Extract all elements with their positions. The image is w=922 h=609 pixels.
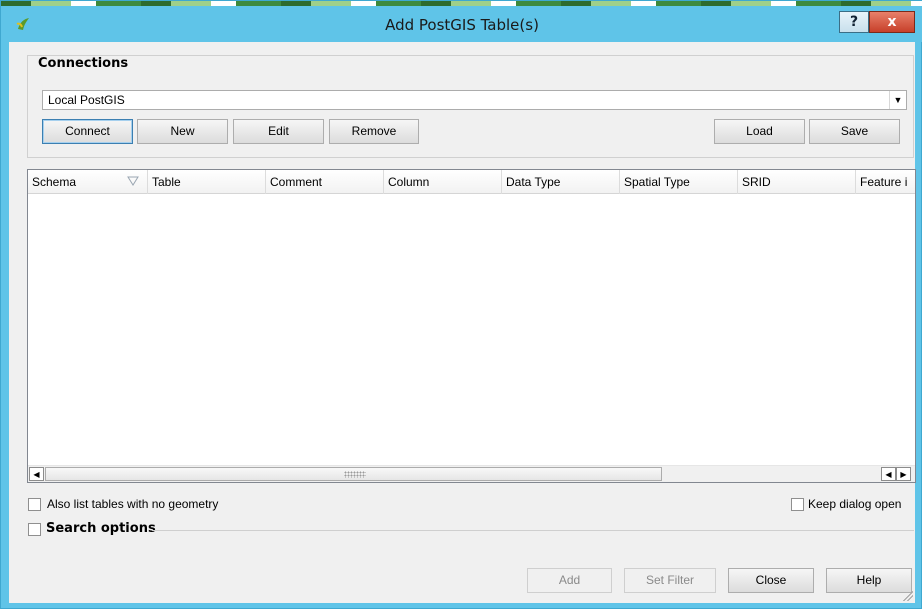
set-filter-button[interactable]: Set Filter	[624, 568, 716, 593]
remove-connection-button[interactable]: Remove	[329, 119, 419, 144]
column-header-data-type[interactable]: Data Type	[502, 170, 620, 194]
edit-connection-button[interactable]: Edit	[233, 119, 324, 144]
column-header-srid[interactable]: SRID	[738, 170, 856, 194]
grip-icon	[344, 471, 366, 478]
title-bar[interactable]: Add PostGIS Table(s) ? x	[1, 6, 922, 42]
column-header-label: Schema	[32, 175, 77, 189]
table-header: Schema Table Comment Column Data Type Sp…	[28, 170, 915, 194]
scrollbar-thumb[interactable]	[45, 467, 662, 481]
connections-group-label: Connections	[34, 56, 133, 71]
dialog-client-area: Connections Local PostGIS ▼ Connect New …	[9, 42, 916, 603]
column-header-feature-id[interactable]: Feature i	[856, 170, 915, 194]
connection-select-value: Local PostGIS	[48, 93, 125, 107]
horizontal-scrollbar[interactable]: ◀ ◀ ▶	[28, 465, 915, 482]
column-header-table[interactable]: Table	[148, 170, 266, 194]
resize-grip-icon[interactable]	[903, 591, 913, 601]
list-no-geometry-checkbox[interactable]	[28, 498, 41, 511]
add-button[interactable]: Add	[527, 568, 612, 593]
keep-dialog-open-checkbox[interactable]	[791, 498, 804, 511]
sort-indicator-icon	[127, 176, 139, 186]
new-connection-button[interactable]: New	[137, 119, 228, 144]
window-title: Add PostGIS Table(s)	[385, 16, 539, 34]
close-button[interactable]: Close	[728, 568, 814, 593]
column-header-schema[interactable]: Schema	[28, 170, 148, 194]
dialog-window: Add PostGIS Table(s) ? x Connections Loc…	[0, 0, 922, 609]
search-options-divider	[152, 530, 914, 531]
tables-list[interactable]: Schema Table Comment Column Data Type Sp…	[27, 169, 916, 483]
help-button[interactable]: Help	[826, 568, 912, 593]
save-connections-button[interactable]: Save	[809, 119, 900, 144]
column-header-spatial-type[interactable]: Spatial Type	[620, 170, 738, 194]
dropdown-arrow-icon[interactable]: ▼	[889, 91, 906, 109]
connect-button[interactable]: Connect	[42, 119, 133, 144]
keep-dialog-open-label: Keep dialog open	[808, 497, 902, 511]
list-no-geometry-label: Also list tables with no geometry	[47, 497, 219, 511]
search-options-checkbox[interactable]	[28, 523, 41, 536]
scroll-left-icon-alt[interactable]: ◀	[881, 467, 896, 481]
close-title-button[interactable]: x	[869, 11, 915, 33]
scroll-left-icon[interactable]: ◀	[29, 467, 44, 481]
search-options-label: Search options	[46, 521, 156, 536]
column-header-column[interactable]: Column	[384, 170, 502, 194]
load-connections-button[interactable]: Load	[714, 119, 805, 144]
help-title-button[interactable]: ?	[839, 11, 869, 33]
column-header-comment[interactable]: Comment	[266, 170, 384, 194]
scroll-right-icon[interactable]: ▶	[896, 467, 911, 481]
connection-select[interactable]: Local PostGIS ▼	[42, 90, 907, 110]
